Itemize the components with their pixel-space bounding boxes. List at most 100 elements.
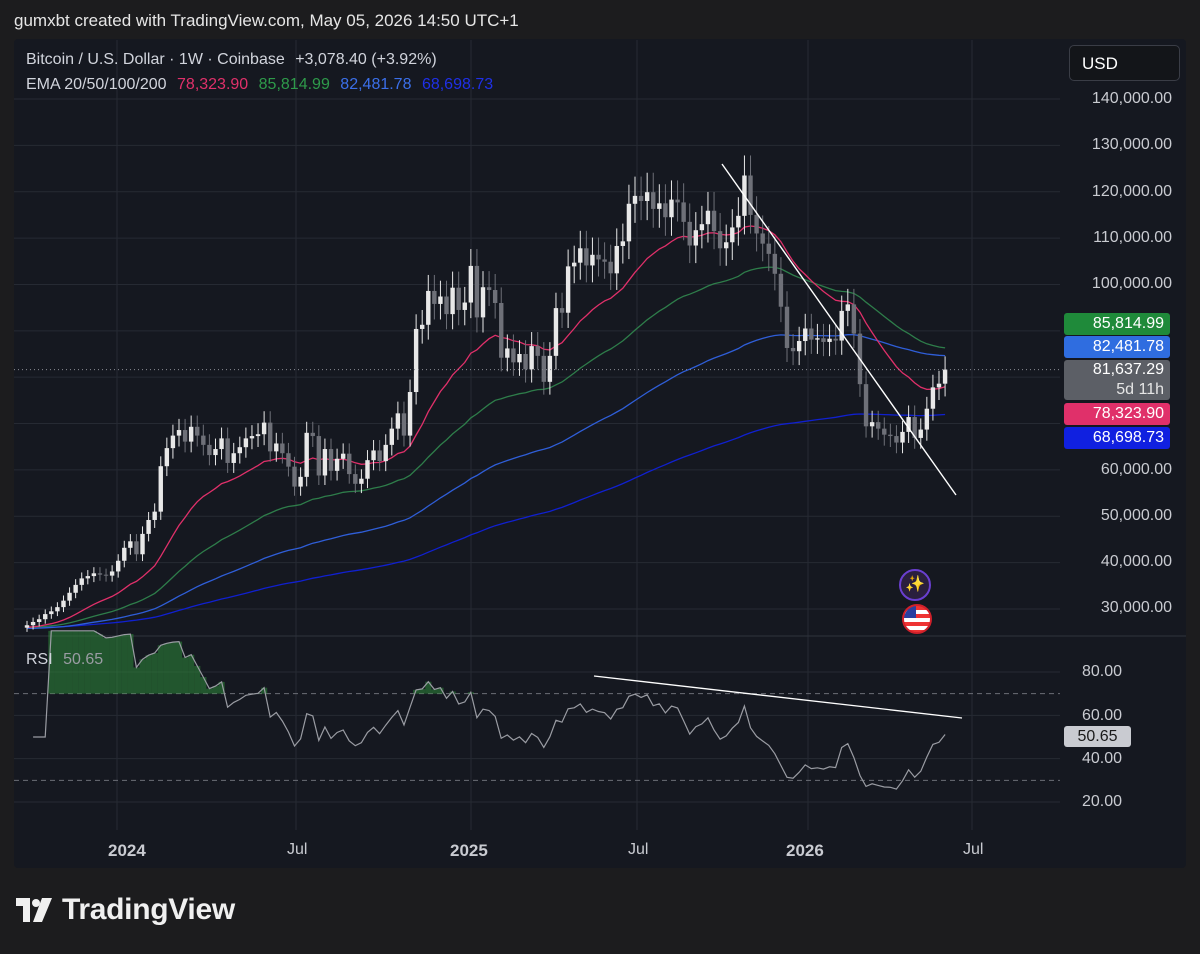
x-tick-label: 2024	[108, 841, 146, 860]
candle-body	[845, 304, 850, 311]
candle-body	[201, 435, 206, 445]
candle-body	[821, 338, 826, 342]
bar-countdown-badge: 5d 11h	[1064, 380, 1170, 400]
ema200-line	[27, 413, 946, 629]
candle-body	[930, 387, 936, 409]
candle-body	[268, 422, 273, 452]
candle-body	[334, 458, 340, 471]
candle-body	[401, 413, 407, 436]
candle-body	[888, 434, 893, 437]
candle-body	[669, 199, 674, 218]
candle-body	[778, 273, 784, 307]
ema100-price-badge: 82,481.78	[1064, 336, 1170, 358]
candle-body	[578, 248, 583, 263]
candle-body	[894, 436, 899, 443]
candle-body	[790, 347, 796, 352]
lightning-event-icon[interactable]: ✨	[899, 569, 931, 601]
candle-body	[717, 231, 723, 249]
x-tick-label: Jul	[628, 841, 649, 858]
candle-body	[219, 438, 224, 450]
rsi-trendline	[593, 675, 963, 719]
rsi-overbought-fill	[206, 688, 213, 694]
candle-body	[827, 338, 832, 342]
x-tick-label: Jul	[963, 841, 984, 858]
candle-body	[705, 210, 711, 225]
candle-body	[851, 304, 857, 334]
candle-body	[322, 449, 328, 476]
candle-body	[371, 450, 376, 461]
candle-body	[432, 290, 437, 304]
candle-body	[237, 447, 242, 454]
candle-body	[924, 408, 930, 430]
candle-body	[724, 242, 729, 249]
candle-body	[833, 338, 838, 341]
candle-body	[353, 474, 358, 484]
candle-body	[876, 422, 881, 429]
candle-body	[523, 354, 528, 370]
candle-body	[663, 203, 668, 218]
price-trendline	[721, 163, 957, 496]
rsi-overbought-fill	[151, 653, 158, 694]
candle-body	[310, 432, 315, 437]
candle-body	[359, 478, 364, 484]
candle-body	[444, 296, 449, 315]
candle-body	[602, 259, 607, 262]
candle-body	[772, 253, 778, 274]
rsi-overbought-fill	[200, 677, 207, 694]
candle-body	[340, 453, 346, 459]
rsi-tick-label: 40.00	[1081, 750, 1122, 767]
rsi-overbought-fill	[431, 689, 438, 694]
candle-body	[261, 422, 267, 435]
rsi-tick-label: 20.00	[1081, 793, 1122, 810]
rsi-overbought-fill	[109, 637, 116, 694]
ema50-price-badge: 85,814.99	[1064, 313, 1170, 335]
candle-body	[596, 254, 601, 260]
candle-body	[176, 430, 182, 436]
candle-body	[383, 444, 388, 462]
candle-body	[407, 392, 413, 436]
us-flag-event-icon[interactable]	[902, 604, 932, 634]
candle-body	[30, 621, 36, 626]
rsi-overbought-fill	[188, 654, 195, 694]
candle-body	[547, 355, 553, 382]
candle-body	[170, 435, 176, 449]
candle-body	[918, 429, 923, 438]
rsi-tick-label: 80.00	[1081, 663, 1122, 680]
candle-body	[882, 428, 887, 435]
ema-legend: EMA 20/50/100/200 78,323.90 85,814.99 82…	[26, 76, 499, 94]
candle-body	[505, 348, 510, 358]
candle-body	[736, 215, 741, 228]
candle-body	[730, 227, 735, 243]
candle-body	[97, 573, 103, 575]
y-tick-label: 50,000.00	[1100, 507, 1172, 524]
candle-body	[760, 233, 765, 244]
candle-body	[213, 449, 218, 456]
candle-body	[754, 214, 759, 234]
candle-body	[413, 328, 419, 393]
last-price-badge: 81,637.29	[1064, 360, 1170, 380]
candle-body	[255, 434, 261, 437]
candle-body	[249, 436, 255, 439]
candle-body	[462, 302, 467, 310]
candle-body	[474, 265, 480, 318]
candle-body	[389, 428, 394, 445]
ema200-legend-value: 68,698.73	[421, 76, 494, 93]
candle-body	[809, 328, 814, 340]
rsi-overbought-fill	[133, 667, 140, 694]
candle-body	[480, 287, 486, 318]
candle-body	[900, 431, 905, 443]
currency-button[interactable]: USD	[1069, 45, 1180, 81]
candle-body	[116, 560, 121, 572]
ema100-legend-value: 82,481.78	[340, 76, 412, 93]
candle-body	[517, 354, 522, 363]
candle-body	[420, 324, 425, 329]
y-tick-label: 120,000.00	[1091, 183, 1172, 200]
symbol-legend: Bitcoin / U.S. Dollar · 1W · Coinbase +3…	[26, 51, 443, 69]
candle-body	[79, 578, 84, 585]
candle-body	[699, 224, 705, 231]
candle-body	[657, 203, 662, 209]
candle-body	[24, 625, 30, 628]
candle-body	[103, 574, 109, 576]
candle-body	[231, 453, 236, 463]
rsi-overbought-fill	[121, 634, 128, 694]
